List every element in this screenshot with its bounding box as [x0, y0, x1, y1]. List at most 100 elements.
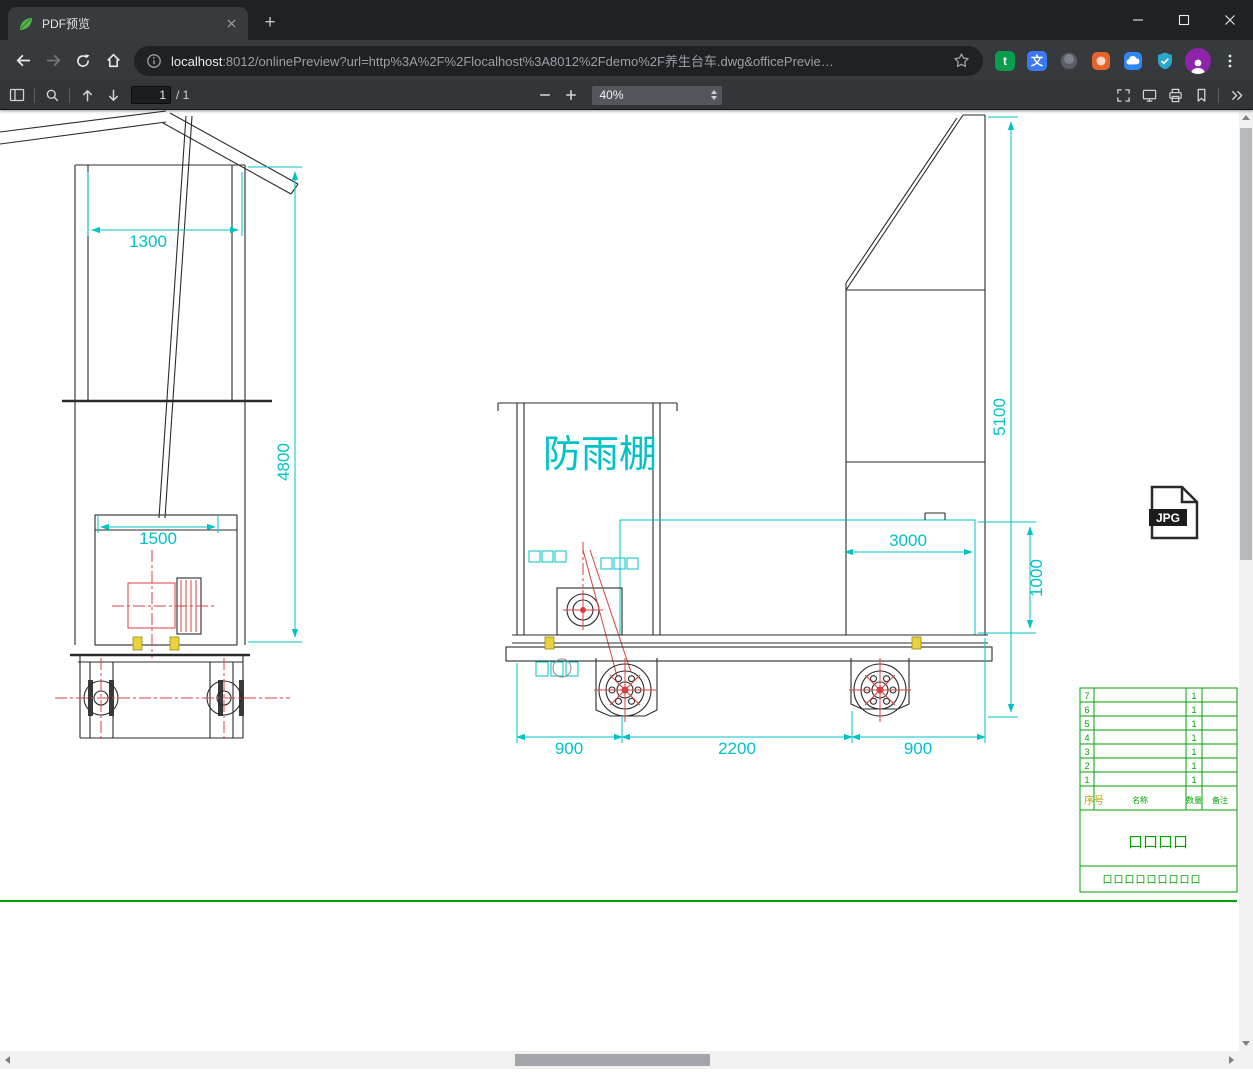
bom-qty: 1	[1191, 691, 1196, 701]
scrollbar-corner	[1239, 1051, 1253, 1069]
select-spinner-icon	[710, 90, 717, 100]
bom-qty: 1	[1191, 775, 1196, 785]
extension-sphere-button[interactable]	[1055, 47, 1083, 75]
dim-3000: 3000	[889, 531, 927, 550]
bom-header-name: 名称	[1132, 795, 1148, 805]
extension-cloud-button[interactable]	[1119, 47, 1147, 75]
zoom-out-button[interactable]	[532, 83, 558, 107]
dim-5100: 5100	[990, 398, 1009, 436]
pdf-toolbar: / 1 40%	[0, 81, 1253, 110]
titleblock-title: 口口口口	[1128, 834, 1188, 851]
rain-shelter-label: 防雨棚	[543, 434, 657, 476]
pdf-toolbar-right	[1110, 83, 1249, 107]
horizontal-scrollbar[interactable]	[0, 1051, 1239, 1069]
browser-tab[interactable]: PDF预览	[8, 7, 248, 40]
toolbar-divider	[34, 87, 35, 103]
bom-seq: 6	[1084, 705, 1089, 715]
profile-avatar[interactable]	[1185, 47, 1211, 74]
back-icon	[16, 54, 30, 67]
bom-seq: 3	[1084, 747, 1089, 757]
reload-button[interactable]	[68, 46, 98, 76]
scroll-down-arrow[interactable]	[1242, 1041, 1250, 1046]
scroll-left-arrow[interactable]	[5, 1056, 10, 1064]
minus-icon	[539, 94, 550, 96]
fullscreen-icon	[1116, 88, 1130, 102]
url-text: localhost:8012/onlinePreview?url=http%3A…	[171, 51, 945, 70]
fullscreen-button[interactable]	[1110, 83, 1136, 107]
double-chevron-icon	[1231, 90, 1242, 100]
bom-header-note: 备注	[1212, 795, 1228, 805]
find-button[interactable]	[39, 83, 65, 107]
bom-seq: 4	[1084, 733, 1089, 743]
page-info-icon[interactable]	[146, 53, 162, 69]
bookmark-icon	[1197, 88, 1205, 102]
person-icon	[1191, 59, 1205, 74]
bom-qty: 1	[1191, 747, 1196, 757]
url-host: localhost	[171, 54, 223, 69]
bookmark-star-button[interactable]	[947, 47, 975, 75]
next-page-button[interactable]	[100, 83, 126, 107]
toolbar-divider	[1218, 87, 1219, 103]
shield-icon	[1158, 52, 1172, 69]
vertical-scrollbar[interactable]	[1239, 110, 1253, 1051]
extension-translate-button[interactable]: 文	[1023, 47, 1051, 75]
jpg-badge-label: JPG	[1156, 511, 1180, 525]
titleblock-footer: 口口口口口口口口口	[1103, 875, 1202, 886]
cad-drawing: 1300 4800 1500 防雨棚 5100 3000 1000 900 22…	[0, 110, 1238, 902]
reload-icon	[77, 53, 90, 67]
bom-qty: 1	[1191, 719, 1196, 729]
title-block: 7 1 6 1 5 1 4 1 3 1 2 1 1 1 序号 名称 数量 备注 …	[1079, 687, 1238, 893]
pdf-page-canvas[interactable]: 1300 4800 1500 防雨棚 5100 3000 1000 900 22…	[0, 110, 1239, 1051]
presentation-mode-button[interactable]	[1136, 83, 1162, 107]
zoom-in-button[interactable]	[558, 83, 584, 107]
bom-qty: 1	[1191, 733, 1196, 743]
forward-button[interactable]	[38, 46, 68, 76]
bom-seq: 2	[1084, 761, 1089, 771]
dim-1000: 1000	[1027, 559, 1046, 597]
address-bar[interactable]: localhost:8012/onlinePreview?url=http%3A…	[134, 45, 983, 76]
new-tab-button[interactable]: +	[256, 9, 284, 37]
star-icon	[953, 53, 969, 68]
zoom-controls: 40%	[532, 83, 722, 107]
navigation-bar: localhost:8012/onlinePreview?url=http%3A…	[0, 40, 1253, 81]
sidebar-toggle-icon	[9, 88, 25, 102]
url-path: :8012/onlinePreview?url=http%3A%2F%2Floc…	[222, 54, 834, 69]
sidebar-toggle-button[interactable]	[4, 83, 30, 107]
cloud-icon	[1124, 51, 1142, 70]
page-up-icon	[82, 89, 92, 101]
front-view: 1300 4800 1500	[0, 110, 302, 740]
extension-shield-button[interactable]	[1151, 47, 1179, 75]
bookmark-button[interactable]	[1188, 83, 1214, 107]
print-icon	[1168, 88, 1182, 102]
maximize-button[interactable]	[1161, 0, 1207, 40]
extension-orange-button[interactable]	[1087, 47, 1115, 75]
page-number-input[interactable]	[131, 86, 171, 104]
vertical-scroll-thumb[interactable]	[1240, 128, 1252, 560]
dim-4800: 4800	[274, 443, 293, 481]
leaf-favicon	[20, 17, 32, 30]
home-button[interactable]	[98, 46, 128, 76]
print-button[interactable]	[1162, 83, 1188, 107]
horizontal-scroll-thumb[interactable]	[515, 1054, 710, 1066]
toolbar-divider	[69, 87, 70, 103]
translate-icon: 文	[1027, 50, 1047, 71]
back-button[interactable]	[8, 46, 38, 76]
extension-t-button[interactable]: t	[991, 47, 1019, 75]
orange-extension-icon	[1092, 51, 1110, 70]
bom-seq: 1	[1084, 775, 1089, 785]
scroll-right-arrow[interactable]	[1229, 1056, 1234, 1064]
bom-qty: 1	[1191, 705, 1196, 715]
browser-menu-button[interactable]	[1215, 46, 1245, 76]
zoom-level-select[interactable]: 40%	[591, 85, 722, 105]
more-tools-button[interactable]	[1223, 83, 1249, 107]
bom-header-qty: 数量	[1186, 795, 1202, 805]
previous-page-button[interactable]	[74, 83, 100, 107]
tab-close-button[interactable]	[222, 15, 240, 33]
dim-1300: 1300	[129, 232, 167, 251]
close-window-button[interactable]	[1207, 0, 1253, 40]
page-down-icon	[108, 89, 118, 101]
dim-900-left: 900	[555, 739, 583, 758]
minimize-button[interactable]	[1115, 0, 1161, 40]
scroll-up-arrow[interactable]	[1242, 115, 1250, 120]
bom-seq: 5	[1084, 719, 1089, 729]
